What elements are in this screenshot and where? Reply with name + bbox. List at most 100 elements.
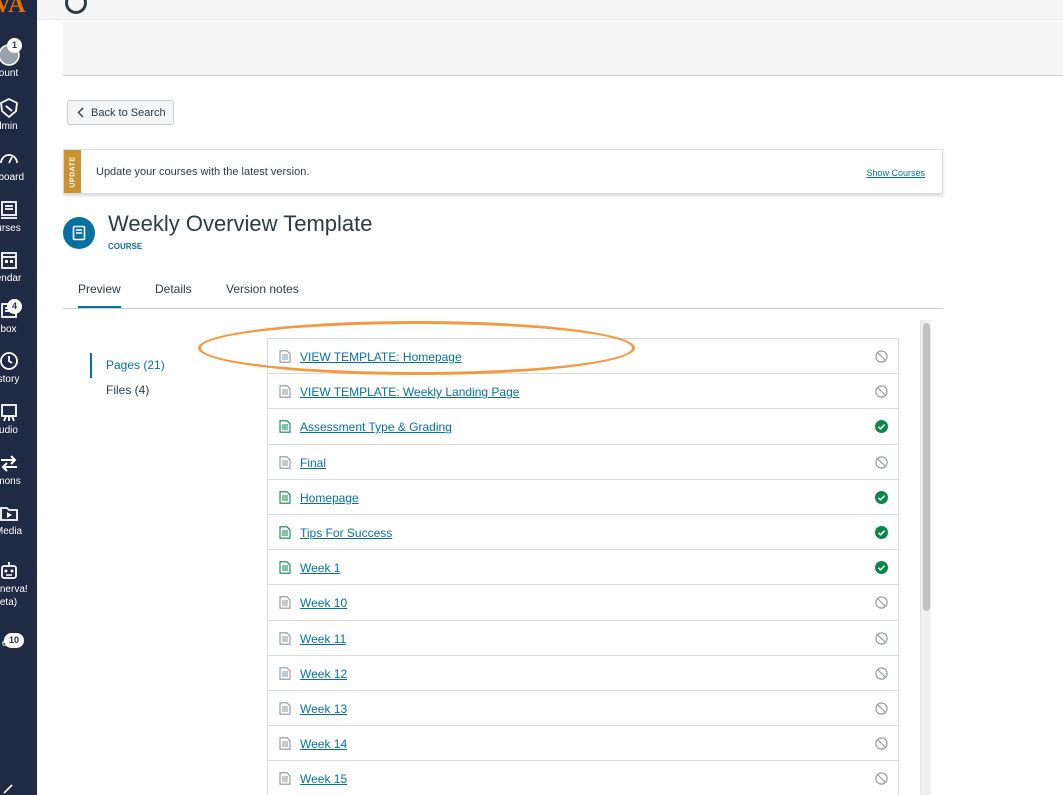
- list-item[interactable]: Week 13: [268, 691, 898, 727]
- nav-label-commons: mons: [0, 476, 21, 487]
- page-title-link[interactable]: Week 1: [300, 561, 340, 575]
- nav-label-courses: urses: [0, 223, 21, 234]
- page-title-link[interactable]: Week 15: [300, 772, 347, 786]
- page-title-link[interactable]: Tips For Success: [300, 526, 392, 540]
- page-title-link[interactable]: Week 10: [300, 596, 347, 610]
- nav-label-inbox: box: [0, 324, 17, 335]
- unpublished-icon[interactable]: [875, 385, 888, 398]
- page-document-icon: [279, 561, 291, 574]
- media-icon: [0, 507, 18, 521]
- update-banner-stripe: UPDATE: [64, 150, 81, 193]
- minerva-bot-icon: [0, 562, 17, 579]
- list-item[interactable]: Week 12: [268, 656, 898, 691]
- collapse-nav-icon[interactable]: [2, 783, 16, 795]
- course-book-icon: [63, 217, 95, 249]
- list-item[interactable]: Tips For Success: [268, 515, 898, 551]
- unpublished-icon[interactable]: [875, 702, 888, 715]
- page-document-icon: [279, 420, 291, 434]
- page-title-link[interactable]: Week 11: [300, 632, 346, 646]
- nav-item-history[interactable]: story: [0, 350, 37, 386]
- tab-version-notes[interactable]: Version notes: [226, 282, 299, 296]
- pages-scrollbar[interactable]: [920, 320, 931, 795]
- update-banner: UPDATE Update your courses with the late…: [63, 149, 943, 194]
- unpublished-icon[interactable]: [875, 737, 888, 750]
- list-item[interactable]: VIEW TEMPLATE: Weekly Landing Page: [268, 374, 898, 410]
- courses-book-icon: [0, 201, 17, 219]
- page-title-link[interactable]: Final: [300, 456, 326, 470]
- nav-label-admin: lmin: [0, 121, 18, 132]
- nav-label-dashboard: aboard: [0, 172, 25, 183]
- commons-logo-icon: [65, 0, 87, 14]
- published-check-icon[interactable]: [875, 525, 888, 539]
- tab-preview[interactable]: Preview: [78, 282, 121, 308]
- account-notification-badge: 1: [7, 38, 22, 53]
- nav-item-calendar[interactable]: endar: [0, 249, 37, 285]
- nav-item-admin[interactable]: lmin: [0, 97, 37, 133]
- page-title-link[interactable]: VIEW TEMPLATE: Weekly Landing Page: [300, 385, 519, 399]
- list-item[interactable]: Week 10: [268, 585, 898, 621]
- nav-item-studio[interactable]: udio: [0, 401, 37, 437]
- unpublished-icon[interactable]: [875, 667, 888, 680]
- published-check-icon[interactable]: [875, 561, 888, 575]
- calendar-icon: [0, 252, 17, 269]
- nav-label-media: Media: [0, 526, 23, 537]
- page-document-icon: [279, 596, 291, 610]
- list-item[interactable]: Week 14: [268, 726, 898, 762]
- chevron-left-icon: [77, 107, 84, 118]
- list-item[interactable]: VIEW TEMPLATE: Homepage: [268, 339, 898, 375]
- unpublished-icon[interactable]: [875, 772, 888, 785]
- side-item-files[interactable]: Files (4): [90, 378, 165, 403]
- page-title-link[interactable]: Week 13: [300, 702, 347, 716]
- show-courses-link[interactable]: Show Courses: [866, 168, 925, 178]
- admin-shield-icon: [0, 97, 18, 119]
- nav-item-dashboard[interactable]: aboard: [0, 148, 37, 184]
- global-navigation: VA ount 1 lmin aboard urses endar box 4: [0, 0, 37, 795]
- unpublished-icon[interactable]: [875, 350, 888, 363]
- nav-item-courses[interactable]: urses: [0, 199, 37, 235]
- nav-item-media[interactable]: Media: [0, 502, 37, 538]
- page-document-icon: [279, 702, 291, 715]
- unpublished-icon[interactable]: [875, 596, 888, 609]
- unpublished-icon[interactable]: [875, 455, 888, 469]
- published-check-icon[interactable]: [875, 490, 888, 504]
- sub-header: [63, 22, 1063, 76]
- list-item[interactable]: Homepage: [268, 480, 898, 515]
- commons-arrows-icon: [0, 455, 17, 472]
- unpublished-icon[interactable]: [875, 631, 888, 645]
- scrollbar-thumb[interactable]: [923, 323, 930, 611]
- page-document-icon: [279, 772, 291, 785]
- page-document-icon: [279, 385, 291, 398]
- page-document-icon: [279, 526, 291, 539]
- back-to-search-button[interactable]: Back to Search: [67, 100, 174, 125]
- nav-label-minerva: Minerva!: [0, 584, 28, 595]
- nav-item-commons[interactable]: mons: [0, 452, 37, 488]
- page-title-link[interactable]: Week 14: [300, 737, 347, 751]
- list-item[interactable]: Week 1: [268, 550, 898, 586]
- list-item[interactable]: Final: [268, 445, 898, 480]
- page-title-link[interactable]: Week 12: [300, 667, 347, 681]
- institution-logo[interactable]: VA: [0, 0, 26, 19]
- published-check-icon[interactable]: [875, 420, 888, 434]
- nav-item-minerva[interactable]: Minerva! eta): [0, 560, 37, 609]
- page-document-icon: [279, 737, 291, 750]
- list-item[interactable]: Week 11: [268, 621, 898, 656]
- list-item[interactable]: Week 15: [268, 761, 898, 795]
- tab-details[interactable]: Details: [155, 282, 192, 296]
- top-bar: [37, 0, 1063, 20]
- list-item[interactable]: Assessment Type & Grading: [268, 409, 898, 445]
- dashboard-gauge-icon: [0, 154, 18, 164]
- side-item-pages[interactable]: Pages (21): [90, 353, 165, 378]
- page: VA ount 1 lmin aboard urses endar box 4: [0, 0, 1063, 795]
- page-document-icon: [279, 631, 291, 645]
- page-document-icon: [279, 666, 291, 680]
- nav-label-calendar: endar: [0, 273, 22, 284]
- page-title-link[interactable]: Homepage: [300, 491, 359, 505]
- page-title-link[interactable]: VIEW TEMPLATE: Homepage: [300, 350, 462, 364]
- help-notification-badge: 10: [4, 633, 24, 648]
- preview-side-menu: Pages (21) Files (4): [90, 353, 165, 403]
- nav-label-history: story: [0, 374, 20, 385]
- history-clock-icon: [0, 352, 18, 370]
- page-document-icon: [279, 491, 291, 504]
- page-title-link[interactable]: Assessment Type & Grading: [300, 420, 452, 434]
- tab-bar: Preview Details Version notes: [63, 270, 943, 309]
